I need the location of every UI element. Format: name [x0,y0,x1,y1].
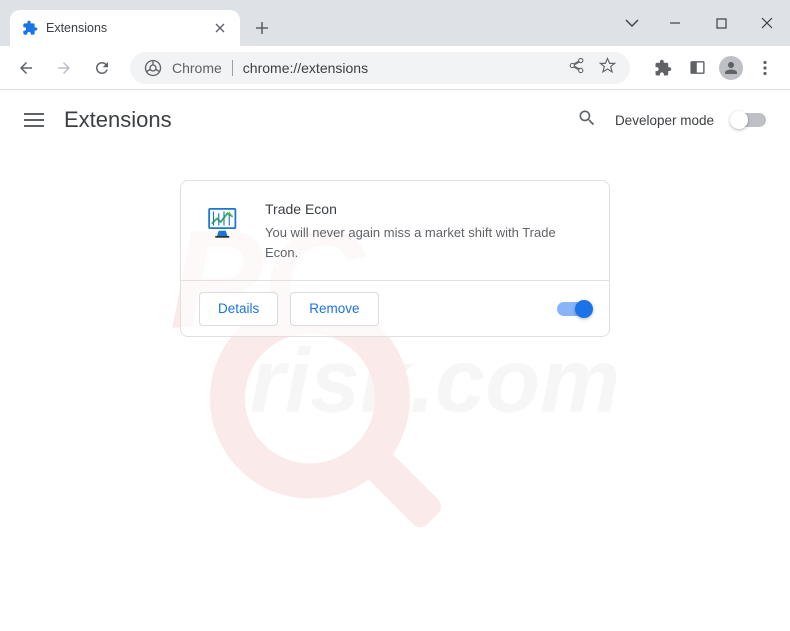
search-icon[interactable] [577,108,597,133]
extension-name: Trade Econ [265,201,587,217]
browser-tab-active[interactable]: Extensions [10,10,240,46]
address-bar[interactable]: Chrome chrome://extensions [130,52,630,84]
extensions-page-header: Extensions Developer mode [0,90,790,150]
puzzle-icon [22,20,38,36]
page-title: Extensions [64,107,172,133]
window-titlebar: Extensions [0,0,790,46]
profile-avatar[interactable] [716,53,746,83]
sidepanel-icon[interactable] [682,53,712,83]
forward-button[interactable] [48,52,80,84]
chrome-icon [144,59,162,77]
window-controls [612,0,790,46]
remove-button[interactable]: Remove [290,292,378,326]
browser-toolbar: Chrome chrome://extensions [0,46,790,90]
maximize-button[interactable] [698,3,744,43]
close-icon[interactable] [212,20,228,36]
tab-title: Extensions [46,21,204,35]
menu-icon[interactable] [750,53,780,83]
developer-mode-label: Developer mode [615,113,714,128]
share-icon[interactable] [568,57,585,79]
omnibox-prefix: Chrome [172,60,222,76]
close-button[interactable] [744,3,790,43]
extensions-icon[interactable] [648,53,678,83]
developer-mode-toggle[interactable] [732,113,766,127]
chevron-down-icon[interactable] [612,3,652,43]
new-tab-button[interactable] [248,14,276,42]
omnibox-divider [232,60,233,76]
back-button[interactable] [10,52,42,84]
minimize-button[interactable] [652,3,698,43]
extension-app-icon [203,201,245,243]
omnibox-url: chrome://extensions [243,60,558,76]
extension-enable-toggle[interactable] [557,302,591,316]
star-icon[interactable] [599,57,616,79]
details-button[interactable]: Details [199,292,278,326]
extension-card: Trade Econ You will never again miss a m… [180,180,610,337]
extension-description: You will never again miss a market shift… [265,223,587,262]
hamburger-menu-button[interactable] [24,109,44,131]
reload-button[interactable] [86,52,118,84]
